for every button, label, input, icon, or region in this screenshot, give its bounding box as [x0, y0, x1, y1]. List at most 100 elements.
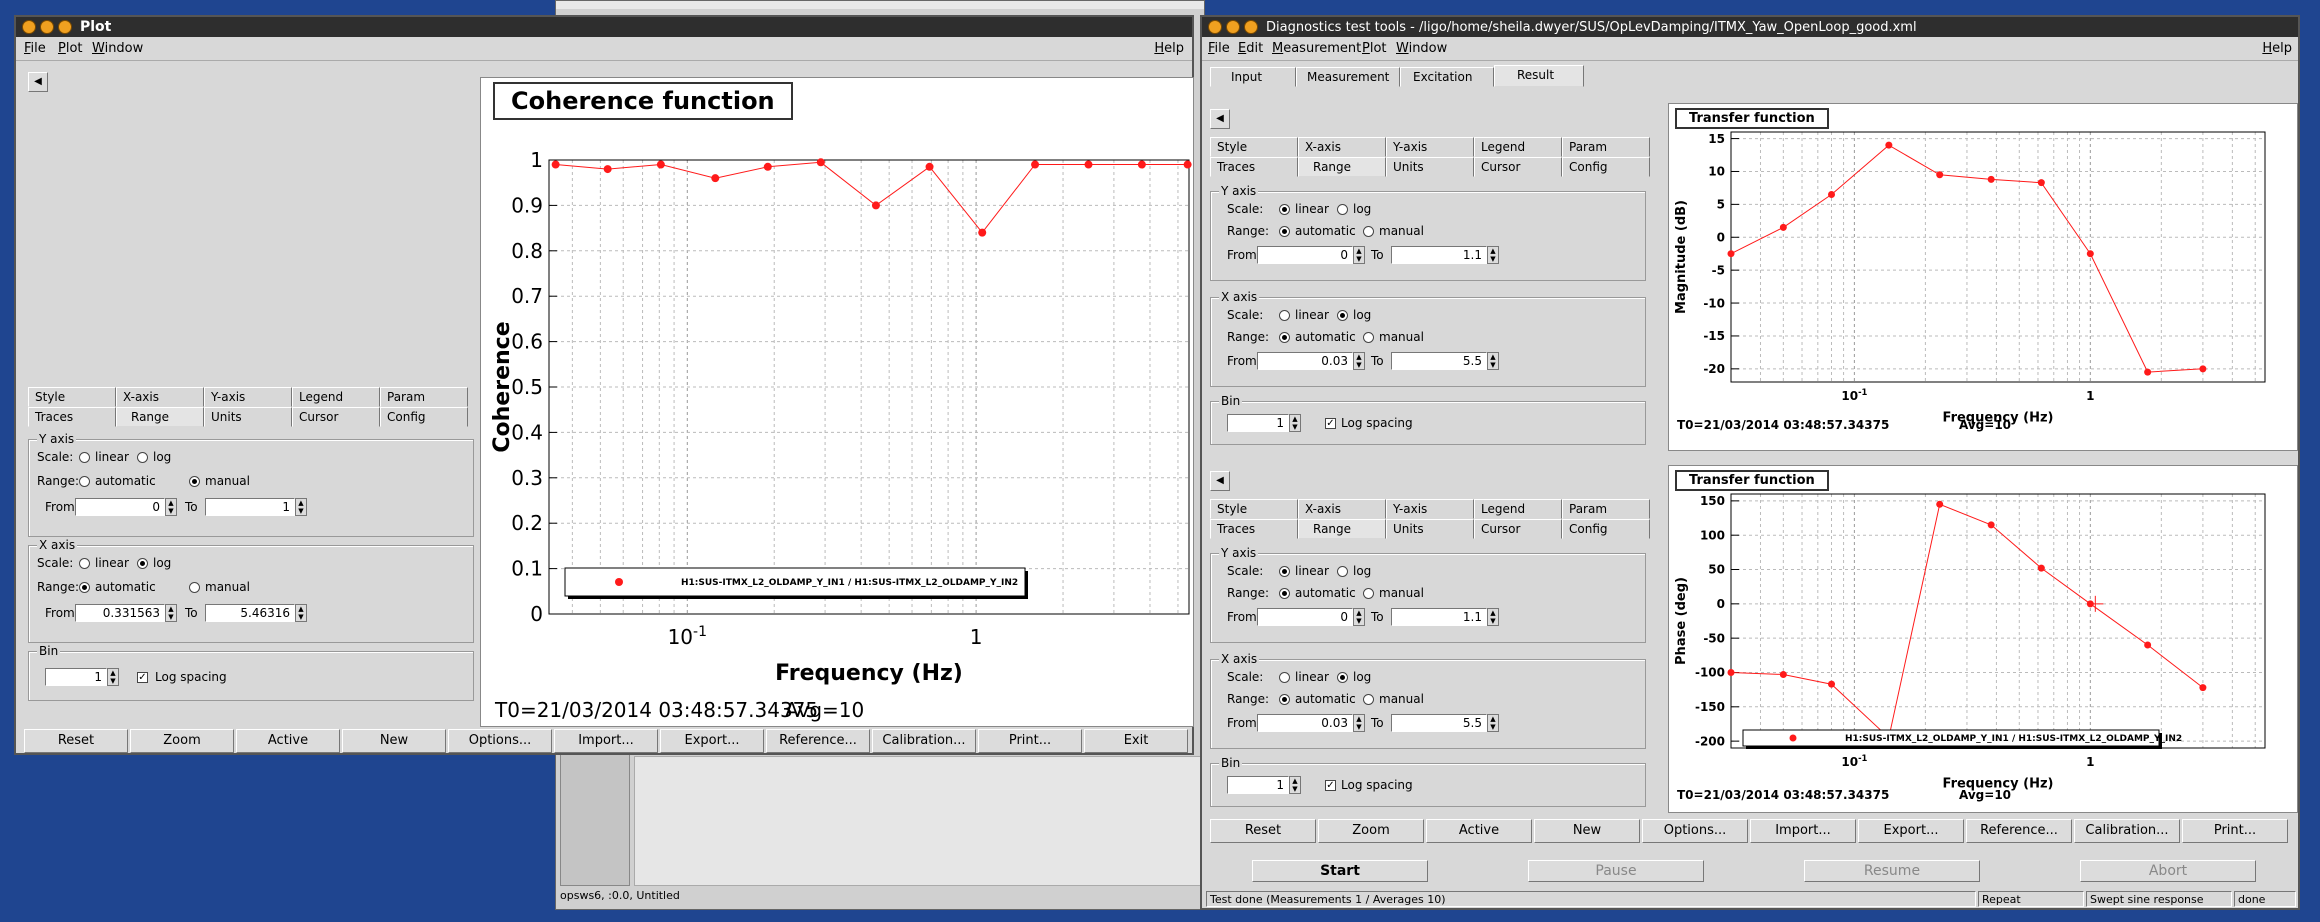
log-spacing-checkbox[interactable]: ✓	[137, 672, 148, 683]
reference-button[interactable]: Reference...	[766, 729, 870, 753]
reset-button[interactable]: Reset	[24, 729, 128, 753]
x-linear-radio[interactable]	[79, 558, 90, 569]
zoom-button[interactable]: Zoom	[130, 729, 234, 753]
tab-range[interactable]: Range	[1298, 519, 1386, 539]
x-log-radio[interactable]	[137, 558, 148, 569]
automatic-radio[interactable]	[1279, 226, 1290, 237]
transfer-chart-bottom[interactable]: 150100500-50-100-150-20010-1 1Frequency (…	[1669, 466, 2297, 812]
log-radio[interactable]	[1337, 566, 1348, 577]
tab-input[interactable]: Input	[1210, 67, 1296, 87]
to-field[interactable]: 1.1	[1391, 608, 1487, 626]
menu-window[interactable]: Window	[1396, 41, 1447, 56]
manual-radio[interactable]	[1363, 226, 1374, 237]
manual-radio[interactable]	[1363, 694, 1374, 705]
import-button[interactable]: Import...	[554, 729, 658, 753]
to-spinner[interactable]: ▲ ▼	[1487, 352, 1499, 370]
new-button[interactable]: New	[1534, 819, 1640, 843]
y-manual-radio[interactable]	[189, 476, 200, 487]
from-spinner[interactable]: ▲ ▼	[1353, 352, 1365, 370]
resume-button[interactable]: Resume	[1804, 860, 1980, 882]
minimize-icon[interactable]	[1226, 20, 1240, 34]
menu-plot[interactable]: Plot	[1362, 41, 1387, 56]
bin-field[interactable]: 1	[1227, 414, 1289, 432]
to-field[interactable]: 5.5	[1391, 352, 1487, 370]
from-field[interactable]: 0.03	[1257, 352, 1353, 370]
tab-legend[interactable]: Legend	[292, 387, 380, 407]
x-from-field[interactable]: 0.331563	[75, 604, 165, 622]
automatic-radio[interactable]	[1279, 588, 1290, 599]
active-button[interactable]: Active	[1426, 819, 1532, 843]
tab-y-axis[interactable]: Y-axis	[1386, 499, 1474, 519]
tab-y-axis[interactable]: Y-axis	[204, 387, 292, 407]
from-field[interactable]: 0	[1257, 246, 1353, 264]
tab-cursor[interactable]: Cursor	[1474, 519, 1562, 539]
start-button[interactable]: Start	[1252, 860, 1428, 882]
transfer-chart-top[interactable]: 151050-5-10-15-2010-1 1Frequency (Hz)Magn…	[1669, 104, 2297, 450]
diag-window-titlebar[interactable]: Diagnostics test tools - /ligo/home/shei…	[1202, 17, 2298, 37]
minimize-icon[interactable]	[40, 20, 54, 34]
tab-traces[interactable]: Traces	[28, 407, 116, 427]
from-field[interactable]: 0	[1257, 608, 1353, 626]
to-spinner[interactable]: ▲ ▼	[1487, 714, 1499, 732]
maximize-icon[interactable]	[58, 20, 72, 34]
y-automatic-radio[interactable]	[79, 476, 90, 487]
bin-spinner[interactable]: ▲ ▼	[1289, 776, 1301, 794]
tab-units[interactable]: Units	[1386, 157, 1474, 177]
maximize-icon[interactable]	[1244, 20, 1258, 34]
tab-style[interactable]: Style	[1210, 137, 1298, 157]
zoom-button[interactable]: Zoom	[1318, 819, 1424, 843]
to-spinner[interactable]: ▲ ▼	[1487, 608, 1499, 626]
log-radio[interactable]	[1337, 310, 1348, 321]
tab-excitation[interactable]: Excitation	[1400, 67, 1494, 87]
menu-file[interactable]: File	[24, 41, 46, 56]
menu-window[interactable]: Window	[92, 41, 143, 56]
x-from-spinner[interactable]: ▲ ▼	[165, 604, 177, 622]
tab-style[interactable]: Style	[1210, 499, 1298, 519]
print-button[interactable]: Print...	[2182, 819, 2288, 843]
from-spinner[interactable]: ▲ ▼	[1353, 714, 1365, 732]
active-button[interactable]: Active	[236, 729, 340, 753]
tab-traces[interactable]: Traces	[1210, 519, 1298, 539]
y-to-spinner[interactable]: ▲ ▼	[295, 498, 307, 516]
reference-button[interactable]: Reference...	[1966, 819, 2072, 843]
tab-style[interactable]: Style	[28, 387, 116, 407]
new-button[interactable]: New	[342, 729, 446, 753]
tab-cursor[interactable]: Cursor	[292, 407, 380, 427]
automatic-radio[interactable]	[1279, 694, 1290, 705]
tab-config[interactable]: Config	[380, 407, 468, 427]
manual-radio[interactable]	[1363, 588, 1374, 599]
bin-field[interactable]: 1	[45, 668, 107, 686]
log-spacing-checkbox[interactable]: ✓	[1325, 780, 1336, 791]
log-radio[interactable]	[1337, 204, 1348, 215]
tab-cursor[interactable]: Cursor	[1474, 157, 1562, 177]
log-spacing-checkbox[interactable]: ✓	[1325, 418, 1336, 429]
from-field[interactable]: 0.03	[1257, 714, 1353, 732]
to-field[interactable]: 5.5	[1391, 714, 1487, 732]
tab-traces[interactable]: Traces	[1210, 157, 1298, 177]
tab-result[interactable]: Result	[1494, 65, 1584, 87]
manual-radio[interactable]	[1363, 332, 1374, 343]
export-button[interactable]: Export...	[660, 729, 764, 753]
tab-measurement[interactable]: Measurement	[1296, 67, 1400, 87]
from-spinner[interactable]: ▲ ▼	[1353, 608, 1365, 626]
tab-units[interactable]: Units	[204, 407, 292, 427]
reset-button[interactable]: Reset	[1210, 819, 1316, 843]
tab-x-axis[interactable]: X-axis	[1298, 499, 1386, 519]
collapse-arrow-button[interactable]: ◀	[1210, 109, 1230, 129]
automatic-radio[interactable]	[1279, 332, 1290, 343]
collapse-arrow-button[interactable]: ◀	[1210, 471, 1230, 491]
pause-button[interactable]: Pause	[1528, 860, 1704, 882]
close-icon[interactable]	[1208, 20, 1222, 34]
menu-help[interactable]: Help	[2262, 41, 2292, 56]
to-spinner[interactable]: ▲ ▼	[1487, 246, 1499, 264]
tab-x-axis[interactable]: X-axis	[116, 387, 204, 407]
y-from-field[interactable]: 0	[75, 498, 165, 516]
bin-field[interactable]: 1	[1227, 776, 1289, 794]
to-field[interactable]: 1.1	[1391, 246, 1487, 264]
linear-radio[interactable]	[1279, 566, 1290, 577]
calibration-button[interactable]: Calibration...	[872, 729, 976, 753]
tab-param[interactable]: Param	[380, 387, 468, 407]
y-linear-radio[interactable]	[79, 452, 90, 463]
log-radio[interactable]	[1337, 672, 1348, 683]
options-button[interactable]: Options...	[1642, 819, 1748, 843]
